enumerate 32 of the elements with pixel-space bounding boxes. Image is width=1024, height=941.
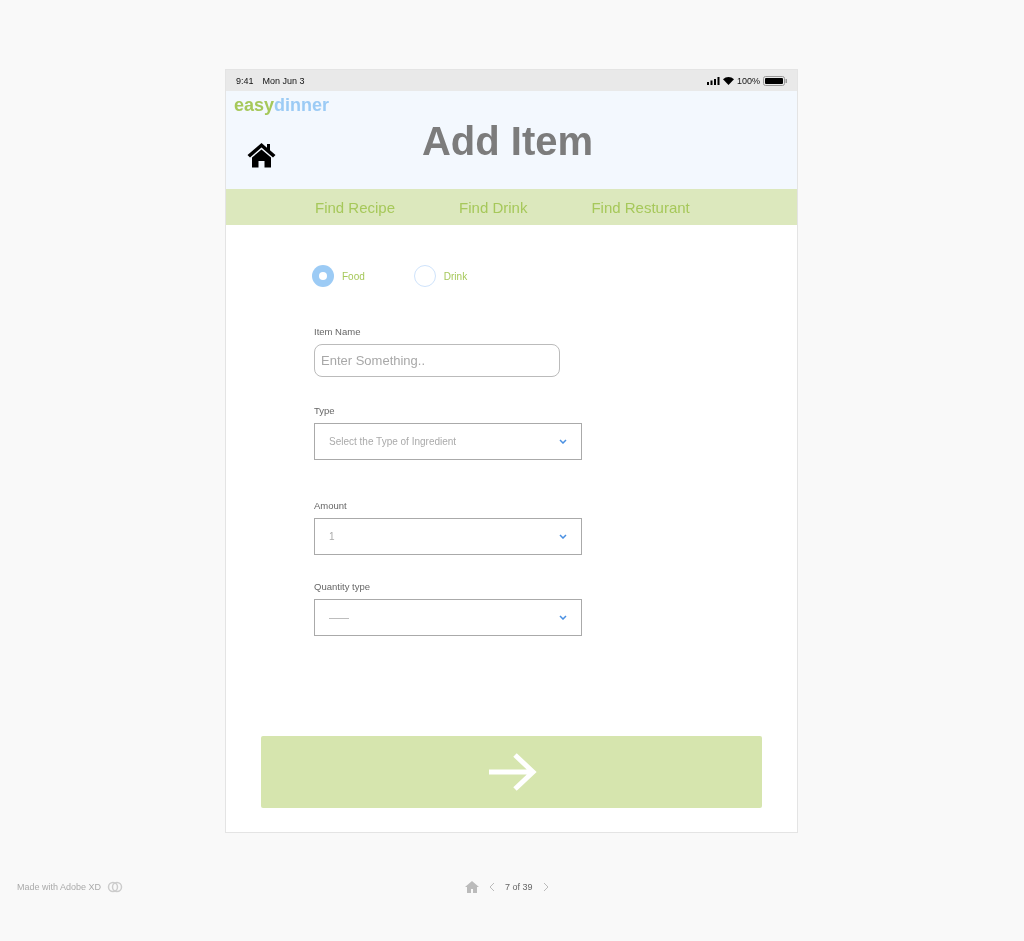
chevron-left-icon[interactable] [489,882,495,892]
wifi-icon [722,76,734,85]
nav-link[interactable]: Find Drink [459,198,528,216]
dropdown[interactable]: 1 [314,518,582,555]
page-title: Add Item [421,118,594,164]
input-field[interactable]: Enter Something.. [314,344,560,377]
logo: easydinner [234,95,330,115]
field-label: Type [314,405,336,416]
status-date: Mon Jun 3 [262,75,305,86]
field-label: Quantity type [314,581,371,592]
field-label: Item Name [314,326,362,337]
signal-icon [706,76,720,85]
radio-icon[interactable] [312,265,334,287]
chevron-down-icon [559,439,567,444]
chevron-down-icon [559,534,567,539]
credit-text: Made with Adobe XD [17,882,102,892]
chevron-down-icon [559,615,567,620]
next-button[interactable] [261,736,762,808]
arrow-right-icon [486,753,537,791]
dropdown[interactable]: Select the Type of Ingredient [314,423,582,460]
nav-link[interactable]: Find Resturant [591,198,690,216]
dropdown[interactable]: —— [314,599,582,636]
status-time: 9:41 [236,75,254,86]
field-label: Amount [314,500,348,511]
home-icon[interactable] [247,142,276,168]
page-counter: 7 of 39 [505,882,533,892]
radio-option[interactable]: Food [312,265,365,287]
radio-option[interactable]: Drink [413,265,468,287]
nav-link[interactable]: Find Recipe [315,198,396,216]
battery-percent: 100% [736,75,760,86]
chevron-right-icon[interactable] [542,882,549,892]
battery-icon [763,75,787,86]
